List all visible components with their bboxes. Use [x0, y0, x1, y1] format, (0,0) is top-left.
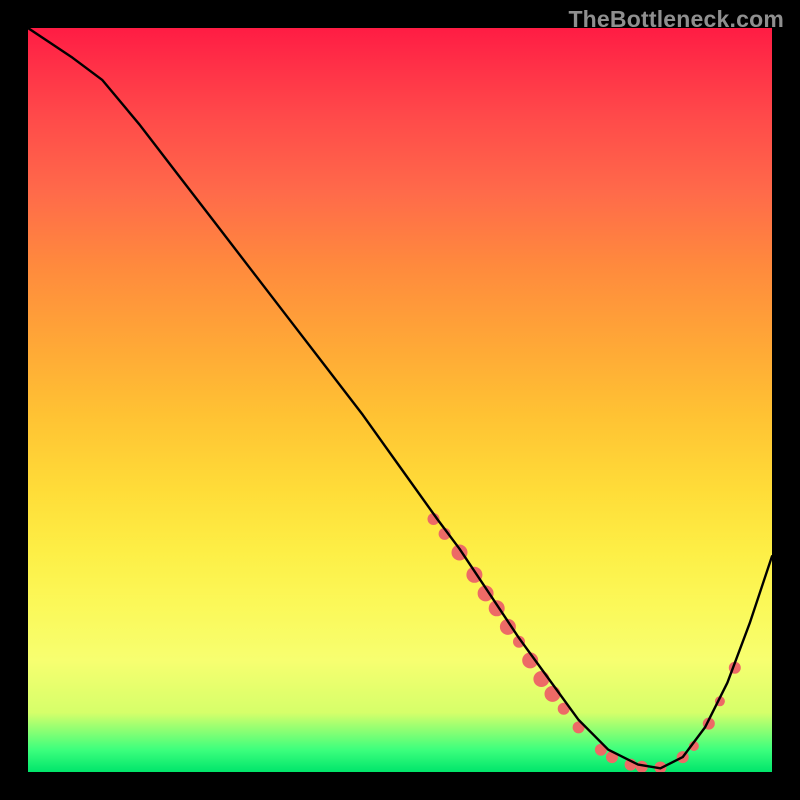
marker-layer	[428, 513, 741, 772]
bottleneck-curve	[28, 28, 772, 768]
chart-container: TheBottleneck.com	[0, 0, 800, 800]
data-marker	[545, 686, 561, 702]
plot-svg	[28, 28, 772, 772]
data-marker	[533, 671, 549, 687]
